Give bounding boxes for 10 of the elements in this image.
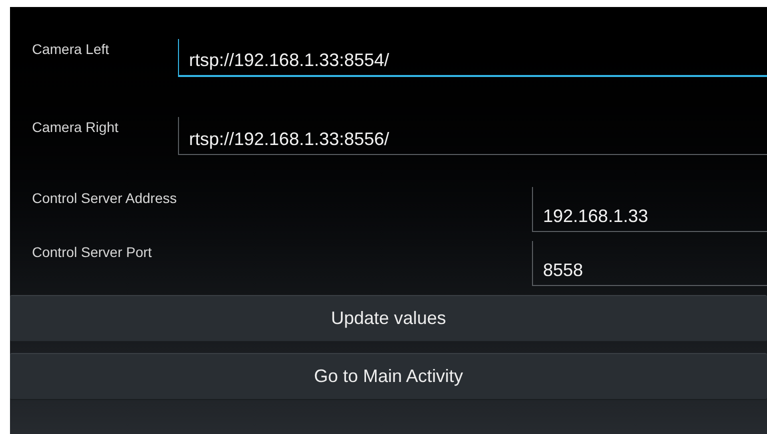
field-label: Camera Left: [31, 40, 110, 59]
text-field[interactable]: 8558: [532, 241, 767, 286]
field-label: Control Server Port: [31, 243, 153, 262]
text-field[interactable]: rtsp://192.168.1.33:8556/: [178, 117, 767, 155]
field-label: Camera Right: [31, 118, 120, 137]
text-field[interactable]: 192.168.1.33: [532, 187, 767, 232]
action-button[interactable]: Go to Main Activity: [10, 353, 767, 400]
text-field[interactable]: rtsp://192.168.1.33:8554/: [178, 39, 767, 77]
action-button[interactable]: Update values: [10, 295, 767, 342]
field-label: Control Server Address: [31, 189, 178, 208]
